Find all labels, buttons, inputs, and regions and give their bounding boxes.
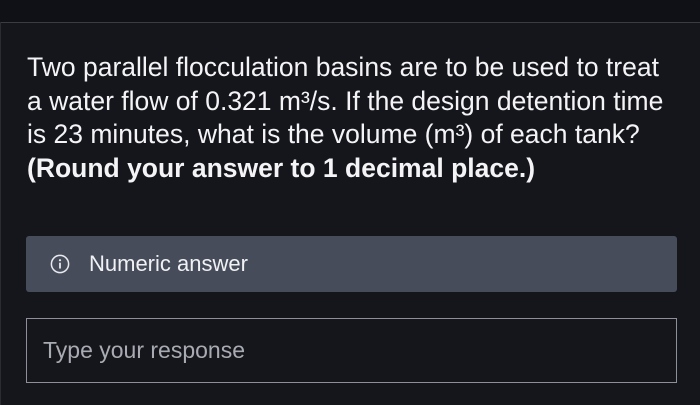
answer-type-banner: Numeric answer [26,236,677,292]
question-text: Two parallel flocculation basins are to … [27,51,677,185]
answer-type-label: Numeric answer [89,251,248,276]
question-body: Two parallel flocculation basins are to … [27,52,664,149]
top-header-strip [0,0,700,23]
info-icon [50,254,70,274]
rounding-instruction: (Round your answer to 1 decimal place.) [27,152,536,183]
left-divider [0,22,1,405]
response-input[interactable] [26,318,677,383]
